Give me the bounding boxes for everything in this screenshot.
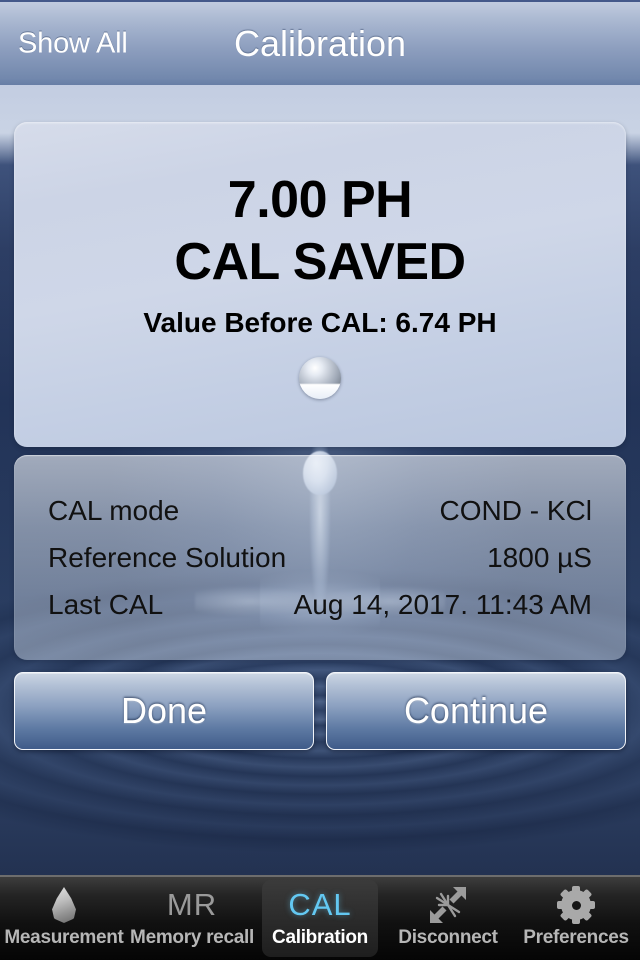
tab-label: Calibration — [272, 927, 368, 948]
tab-memory-recall[interactable]: MR Memory recall — [128, 877, 256, 960]
info-label: Last CAL — [48, 588, 164, 620]
table-row: Last CAL Aug 14, 2017. 11:43 AM — [48, 581, 592, 628]
cal-text-icon: CAL — [288, 883, 351, 927]
action-button-row: Done Continue — [14, 672, 626, 750]
tab-disconnect[interactable]: Disconnect — [384, 877, 512, 960]
calibration-value: 7.00 PH — [227, 171, 413, 230]
tab-bar: Measurement MR Memory recall CAL Calibra… — [0, 875, 640, 960]
tab-label: Preferences — [523, 927, 629, 948]
gear-icon — [557, 883, 595, 927]
info-label: CAL mode — [48, 494, 180, 526]
table-row: Reference Solution 1800 µS — [48, 534, 592, 581]
calibration-info-card: CAL mode COND - KCl Reference Solution 1… — [14, 455, 626, 660]
continue-button[interactable]: Continue — [326, 672, 626, 750]
calibration-result-card: 7.00 PH CAL SAVED Value Before CAL: 6.74… — [14, 122, 626, 447]
info-value: Aug 14, 2017. 11:43 AM — [293, 588, 592, 620]
mr-glyph: MR — [166, 887, 218, 922]
disconnect-icon — [428, 883, 468, 927]
app-screen: Show All Calibration 7.00 PH CAL SAVED V… — [0, 0, 640, 960]
tab-preferences[interactable]: Preferences — [512, 877, 640, 960]
value-before-cal: Value Before CAL: 6.74 PH — [143, 306, 497, 338]
done-button[interactable]: Done — [14, 672, 314, 750]
info-label: Reference Solution — [48, 541, 287, 573]
mr-text-icon: MR — [167, 883, 217, 927]
table-row: CAL mode COND - KCl — [48, 487, 592, 534]
water-droplet-bubble-icon — [299, 356, 341, 399]
tab-label: Measurement — [4, 927, 124, 948]
tab-measurement[interactable]: Measurement — [0, 877, 128, 960]
water-drop-icon — [51, 883, 77, 927]
info-value: COND - KCl — [439, 494, 592, 526]
tab-label: Memory recall — [130, 927, 254, 948]
cal-glyph: CAL — [288, 887, 352, 922]
calibration-status: CAL SAVED — [174, 232, 466, 291]
tab-calibration[interactable]: CAL Calibration — [256, 877, 384, 960]
info-value: 1800 µS — [487, 541, 592, 573]
tab-label: Disconnect — [398, 927, 498, 948]
navigation-bar: Show All Calibration — [0, 0, 640, 85]
page-title: Calibration — [233, 22, 407, 64]
